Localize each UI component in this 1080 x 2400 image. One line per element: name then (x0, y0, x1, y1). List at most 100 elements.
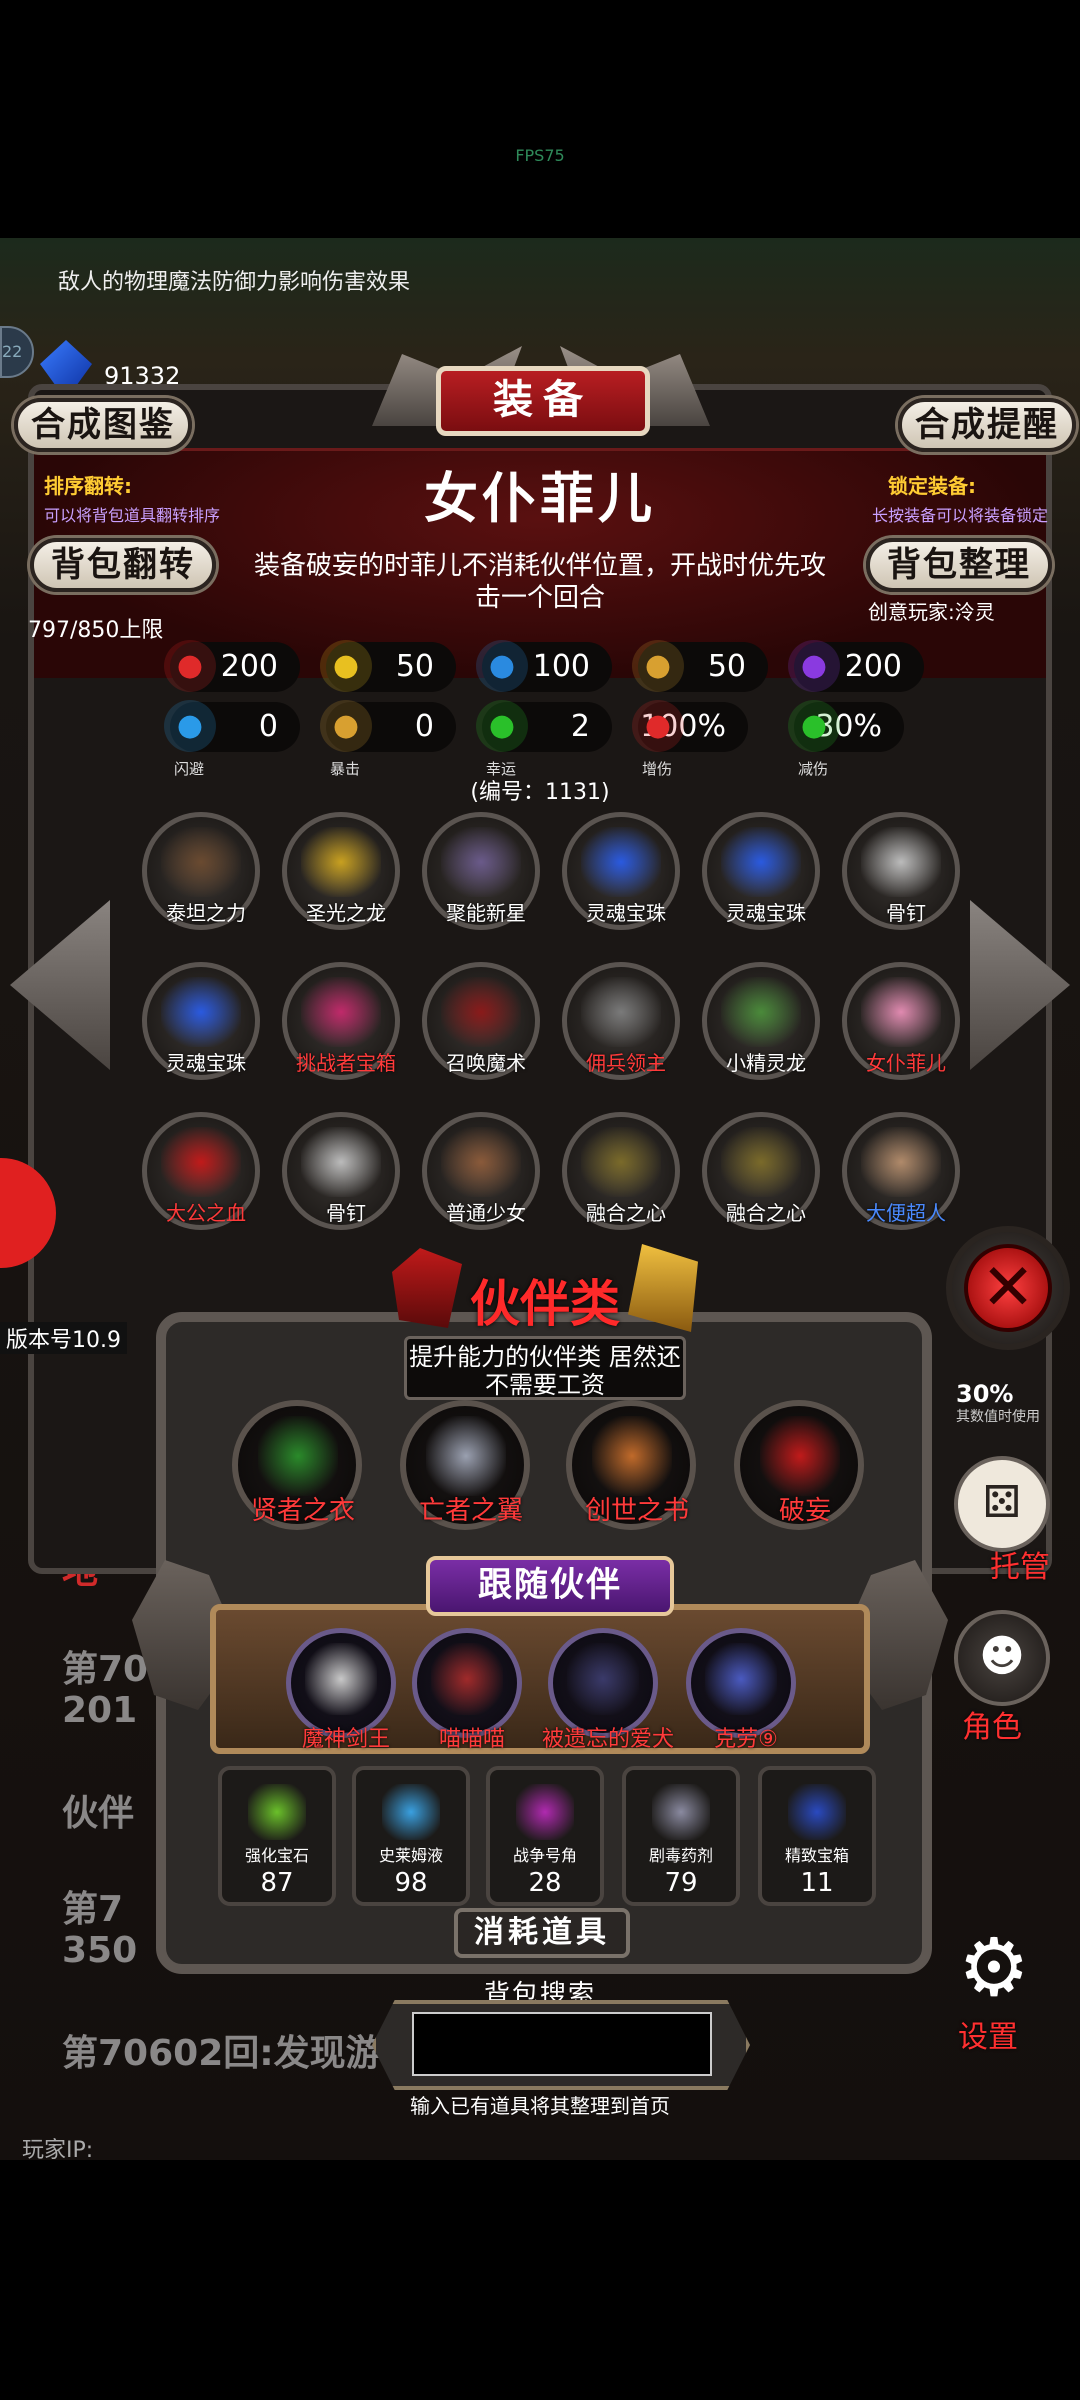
inventory-item-name: 大便超人 (866, 1201, 946, 1225)
inventory-item-name: 灵魂宝珠 (726, 901, 806, 925)
gear-icon[interactable]: ⚙ (946, 1920, 1042, 2016)
stat-value: 0 (414, 709, 434, 744)
stat-value: 50 (395, 649, 434, 684)
inventory-slot[interactable]: 融合之心 (562, 1112, 680, 1230)
inventory-item-name: 融合之心 (726, 1201, 806, 1225)
stat-label: 暴击 (330, 760, 361, 778)
partner-item-art (592, 1416, 672, 1496)
stat-value: 50 (707, 649, 746, 684)
consumable-slot[interactable]: 史莱姆液 98 (352, 1766, 470, 1906)
consumable-name: 精致宝箱 (784, 1846, 849, 1865)
stat-value: 200 (220, 649, 278, 684)
player-ip-label: 玩家IP: (22, 2138, 94, 2163)
inventory-slot[interactable]: 骨钉 (282, 1112, 400, 1230)
log-line: 350 (62, 1930, 138, 1971)
follow-partner-slot[interactable]: 魔神剑王 (286, 1628, 396, 1752)
consumable-art (382, 1784, 440, 1840)
stat-value: 2 (570, 709, 590, 744)
inventory-slot[interactable]: 大公之血 (142, 1112, 260, 1230)
item-art (721, 827, 801, 897)
item-art (581, 1127, 661, 1197)
partner-item-name: 贤者之衣 (250, 1496, 355, 1526)
item-art (161, 977, 241, 1047)
inventory-slot[interactable]: 召唤魔术 (422, 962, 540, 1080)
partner-item-slot[interactable]: 贤者之衣 (232, 1400, 362, 1530)
close-icon: ✕ (964, 1244, 1052, 1332)
follow-partner-art (305, 1643, 377, 1715)
version-label: 版本号10.9 (0, 1322, 127, 1354)
item-art (301, 827, 381, 897)
heart-icon: ● (164, 640, 216, 692)
settings-label[interactable]: 设置 (958, 2012, 1018, 2056)
item-art (861, 977, 941, 1047)
partner-item-name: 亡者之翼 (418, 1496, 523, 1526)
follow-partner-slot[interactable]: 喵喵喵 (412, 1628, 522, 1752)
consumable-slot[interactable]: 强化宝石 87 (218, 1766, 336, 1906)
role-icon[interactable]: ☻ (954, 1610, 1050, 1706)
inventory-item-name: 聚能新星 (446, 901, 526, 925)
consumable-art (248, 1784, 306, 1840)
inventory-item-name: 佣兵领主 (586, 1051, 666, 1075)
stat-badge: ● 200 (164, 640, 300, 692)
consumable-slot[interactable]: 剧毒药剂 79 (622, 1766, 740, 1906)
inventory-slot[interactable]: 灵魂宝珠 (562, 812, 680, 930)
follow-partner-slot[interactable]: 被遗忘的爱犬 (542, 1628, 674, 1752)
partner-item-slot[interactable]: 亡者之翼 (400, 1400, 530, 1530)
synth-codex-button[interactable]: 合成图鉴 (14, 398, 192, 452)
inventory-slot[interactable]: 圣光之龙 (282, 812, 400, 930)
inventory-slot[interactable]: 大便超人 (842, 1112, 960, 1230)
consumable-slot[interactable]: 战争号角 28 (486, 1766, 604, 1906)
consumables-title: 消耗道具 (454, 1908, 630, 1958)
inventory-slot[interactable]: 聚能新星 (422, 812, 540, 930)
follow-partner-art (705, 1643, 777, 1715)
consumable-slot[interactable]: 精致宝箱 11 (758, 1766, 876, 1906)
item-art (161, 1127, 241, 1197)
item-description: 装备破妄的时菲儿不消耗伙伴位置，开战时优先攻击一个回合 (253, 551, 826, 613)
bag-flip-button[interactable]: 背包翻转 (30, 538, 216, 592)
search-input[interactable] (412, 2012, 712, 2076)
role-label[interactable]: 角色 (962, 1702, 1022, 1746)
inventory-slot[interactable]: 女仆菲儿 (842, 962, 960, 1080)
inventory-item-name: 灵魂宝珠 (166, 1051, 246, 1075)
stat-badge: ● 100 (476, 640, 612, 692)
inventory-item-name: 女仆菲儿 (866, 1051, 946, 1075)
stat-badge: ● 0 闪避 (164, 700, 300, 778)
item-art (301, 977, 381, 1047)
item-art (441, 1127, 521, 1197)
consumable-count: 87 (260, 1868, 294, 1898)
inventory-slot[interactable]: 灵魂宝珠 (702, 812, 820, 930)
log-line: 201 (62, 1690, 138, 1731)
partner-item-slot[interactable]: 创世之书 (566, 1400, 696, 1530)
dice-icon[interactable]: ⚄ (954, 1456, 1050, 1552)
stat-badge: ● 50 (632, 640, 768, 692)
inventory-slot[interactable]: 泰坦之力 (142, 812, 260, 930)
category-title: 伙伴类 (470, 1275, 620, 1333)
close-button[interactable]: ✕ (946, 1226, 1070, 1350)
item-art (581, 827, 661, 897)
consumable-name: 战争号角 (512, 1846, 577, 1865)
stat-badge: ● 100% 增伤 (632, 700, 748, 778)
partner-item-art (258, 1416, 338, 1496)
item-art (441, 977, 521, 1047)
inventory-slot[interactable]: 小精灵龙 (702, 962, 820, 1080)
category-subtitle: 提升能力的伙伴类 居然还不需要工资 (404, 1336, 686, 1400)
inventory-slot[interactable]: 骨钉 (842, 812, 960, 930)
inventory-item-name: 骨钉 (886, 901, 926, 925)
consumable-name: 史莱姆液 (378, 1846, 443, 1865)
consumable-art (516, 1784, 574, 1840)
stat-value: 200 (844, 649, 902, 684)
bag-sort-button[interactable]: 背包整理 (866, 538, 1052, 592)
item-art (161, 827, 241, 897)
inventory-slot[interactable]: 融合之心 (702, 1112, 820, 1230)
synth-remind-button[interactable]: 合成提醒 (898, 398, 1076, 452)
partner-item-slot[interactable]: 破妄 (734, 1400, 864, 1530)
inventory-slot[interactable]: 佣兵领主 (562, 962, 680, 1080)
magic-icon: ● (788, 640, 840, 692)
inventory-slot[interactable]: 挑战者宝箱 (282, 962, 400, 1080)
inventory-slot[interactable]: 普通少女 (422, 1112, 540, 1230)
manage-label[interactable]: 托管 (990, 1542, 1050, 1586)
fps-counter: FPS75 (515, 146, 565, 165)
follow-partner-slot[interactable]: 克劳⑨ (686, 1628, 796, 1752)
inventory-slot[interactable]: 灵魂宝珠 (142, 962, 260, 1080)
search-hint: 输入已有道具将其整理到首页 (410, 2094, 670, 2118)
